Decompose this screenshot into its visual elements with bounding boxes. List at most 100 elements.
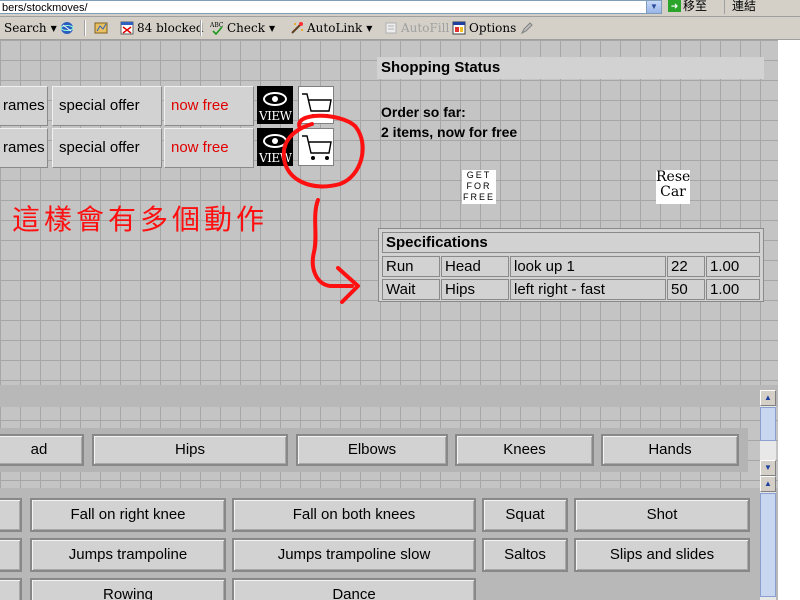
go-button[interactable]: ➜ 移至 bbox=[668, 0, 707, 14]
scroll-thumb[interactable] bbox=[760, 493, 776, 597]
reset-cart-button[interactable]: Rese Car bbox=[656, 170, 690, 204]
get-for-free-button[interactable]: GET FOR FREE bbox=[462, 170, 496, 204]
scroll-up-arrow[interactable]: ▲ bbox=[760, 390, 776, 406]
chevron-down-icon: ▼ bbox=[50, 24, 57, 33]
links-separator bbox=[724, 0, 725, 14]
annotation-text: 這樣會有多個動作 bbox=[12, 203, 269, 236]
spec-cell: 1.00 bbox=[706, 279, 760, 300]
popup-blocker-button[interactable]: 84 blocked bbox=[120, 20, 204, 36]
go-label: 移至 bbox=[683, 0, 708, 13]
annotation-arrow bbox=[310, 198, 354, 288]
spellcheck-button[interactable]: ABC Check ▼ bbox=[210, 20, 275, 36]
pagerank-icon bbox=[94, 22, 108, 34]
product-name-cell: rames bbox=[0, 128, 48, 168]
specifications-title: Specifications bbox=[382, 232, 760, 253]
moves-scrollbar[interactable]: ▲ bbox=[760, 476, 776, 600]
view-button[interactable]: VIEW bbox=[257, 86, 293, 124]
view-label: VIEW bbox=[259, 109, 292, 123]
globe-icon[interactable] bbox=[60, 20, 77, 36]
get-free-line: FREE bbox=[462, 192, 495, 202]
address-bar: bers/stockmoves/ ▼ ➜ 移至 連結 bbox=[0, 0, 800, 17]
move-button-slips-and-slides[interactable]: Slips and slides bbox=[574, 538, 750, 572]
product-offer-cell: special offer bbox=[52, 86, 162, 126]
spec-cell: look up 1 bbox=[510, 256, 666, 277]
body-part-button-knees[interactable]: Knees bbox=[455, 434, 594, 466]
address-input[interactable]: bers/stockmoves/ bbox=[0, 0, 662, 14]
order-summary: 2 items, now for free bbox=[381, 124, 518, 140]
reset-cart-line: Car bbox=[660, 184, 686, 200]
address-dropdown-button[interactable]: ▼ bbox=[646, 0, 662, 14]
move-button-fall-both-knees[interactable]: Fall on both knees bbox=[232, 498, 476, 532]
move-button-fall-right-knee[interactable]: Fall on right knee bbox=[30, 498, 226, 532]
spec-cell: Hips bbox=[441, 279, 509, 300]
move-button-jumps-trampoline-slow[interactable]: Jumps trampoline slow bbox=[232, 538, 476, 572]
options-icon bbox=[452, 21, 466, 35]
shopping-cart-icon bbox=[302, 135, 332, 160]
shopping-cart-icon bbox=[302, 93, 332, 118]
add-to-cart-button[interactable] bbox=[298, 128, 334, 166]
pagerank-button[interactable] bbox=[94, 20, 111, 36]
product-offer-cell: special offer bbox=[52, 128, 162, 168]
move-button[interactable] bbox=[0, 498, 22, 532]
spec-cell: 22 bbox=[667, 256, 705, 277]
window-edge bbox=[778, 40, 800, 600]
move-button[interactable] bbox=[0, 578, 22, 600]
move-button-jumps-trampoline[interactable]: Jumps trampoline bbox=[30, 538, 226, 572]
spec-cell: left right - fast bbox=[510, 279, 666, 300]
scroll-down-arrow[interactable]: ▼ bbox=[760, 460, 776, 476]
view-button[interactable]: VIEW bbox=[257, 128, 293, 166]
add-to-cart-button[interactable] bbox=[298, 86, 334, 124]
get-free-line: FOR bbox=[466, 181, 492, 191]
product-price-cell: now free bbox=[164, 86, 254, 126]
block-icon bbox=[120, 21, 134, 35]
links-button[interactable]: 連結 bbox=[732, 0, 756, 13]
move-button-squat[interactable]: Squat bbox=[482, 498, 568, 532]
body-part-button-elbows[interactable]: Elbows bbox=[296, 434, 448, 466]
eye-icon bbox=[263, 92, 287, 106]
chevron-down-icon: ▼ bbox=[650, 2, 658, 11]
search-button[interactable]: Search ▼ bbox=[4, 20, 57, 36]
view-label: VIEW bbox=[259, 151, 292, 165]
specifications-table: Specifications Run Head look up 1 22 1.0… bbox=[378, 228, 764, 302]
move-button[interactable] bbox=[0, 538, 22, 572]
body-part-button[interactable]: ad bbox=[0, 434, 84, 466]
scroll-up-arrow[interactable]: ▲ bbox=[760, 476, 776, 492]
move-button-saltos[interactable]: Saltos bbox=[482, 538, 568, 572]
autofill-button[interactable]: AutoFill bbox=[384, 20, 449, 36]
page-content: rames special offer now free VIEW rames … bbox=[0, 40, 778, 600]
spec-cell: Run bbox=[382, 256, 440, 277]
options-button[interactable]: Options bbox=[452, 20, 516, 36]
autolink-button[interactable]: AutoLink ▼ bbox=[290, 20, 372, 36]
chevron-down-icon: ▼ bbox=[366, 24, 373, 33]
pencil-icon bbox=[520, 22, 533, 35]
body-part-button-hands[interactable]: Hands bbox=[601, 434, 739, 466]
spec-cell: Wait bbox=[382, 279, 440, 300]
options-label: Options bbox=[469, 21, 517, 35]
move-button-shot[interactable]: Shot bbox=[574, 498, 750, 532]
autolink-label: AutoLink bbox=[307, 21, 363, 35]
shopping-status-title: Shopping Status bbox=[377, 57, 764, 79]
move-button-dance[interactable]: Dance bbox=[232, 578, 476, 600]
toolbar-separator bbox=[84, 20, 86, 36]
wand-icon bbox=[291, 22, 303, 34]
reset-cart-line: Rese bbox=[656, 170, 690, 185]
google-toolbar: Search ▼ 84 blocked ABC Check ▼ AutoLink ▼ A… bbox=[0, 17, 800, 40]
product-name-cell: rames bbox=[0, 86, 48, 126]
autofill-label: AutoFill bbox=[401, 21, 450, 35]
spec-cell: 1.00 bbox=[706, 256, 760, 277]
body-part-button-hips[interactable]: Hips bbox=[92, 434, 288, 466]
eye-icon bbox=[263, 134, 287, 148]
autofill-icon bbox=[385, 22, 397, 34]
scroll-thumb[interactable] bbox=[760, 407, 776, 441]
spec-cell: Head bbox=[441, 256, 509, 277]
get-free-line: GET bbox=[466, 170, 492, 180]
check-label: Check bbox=[227, 21, 266, 35]
go-arrow-icon: ➜ bbox=[668, 0, 681, 12]
move-button-rowing[interactable]: Rowing bbox=[30, 578, 226, 600]
section-divider bbox=[0, 385, 778, 407]
product-price-cell: now free bbox=[164, 128, 254, 168]
chevron-down-icon: ▼ bbox=[269, 24, 276, 33]
abc-check-icon: ABC bbox=[210, 22, 224, 35]
frame-scrollbar[interactable]: ▲ ▼ bbox=[760, 390, 776, 476]
highlight-button[interactable] bbox=[520, 20, 537, 36]
